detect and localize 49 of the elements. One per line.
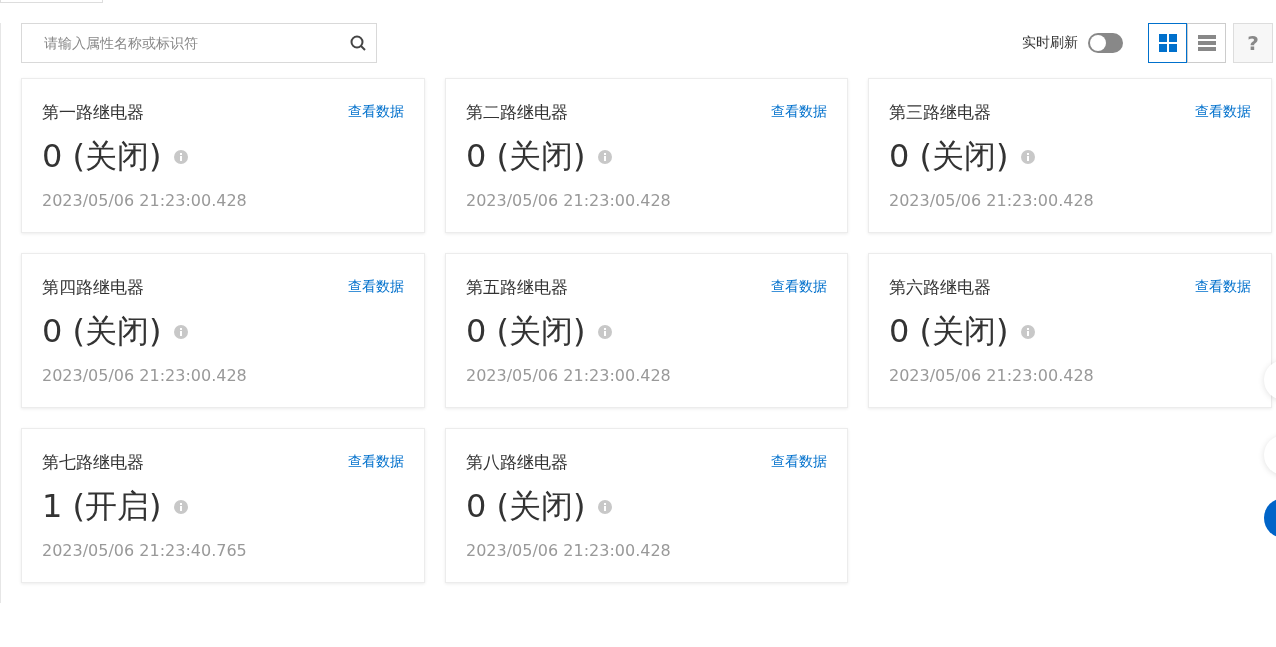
- card-title: 第三路继电器: [889, 100, 991, 124]
- card-title: 第七路继电器: [42, 450, 144, 474]
- view-data-link[interactable]: 查看数据: [771, 453, 827, 471]
- status-value: 0 (关闭): [889, 136, 1009, 177]
- search-icon: [350, 35, 366, 51]
- info-icon: [1020, 150, 1035, 164]
- help-button[interactable]: ?: [1233, 23, 1273, 63]
- timestamp: 2023/05/06 21:23:00.428: [42, 191, 248, 210]
- view-data-link[interactable]: 查看数据: [1195, 278, 1251, 296]
- status-value: 0 (关闭): [466, 136, 586, 177]
- info-icon: [173, 500, 188, 514]
- timestamp: 2023/05/06 21:23:00.428: [889, 366, 1095, 385]
- info-icon: [597, 325, 612, 339]
- info-icon: [173, 325, 188, 339]
- timestamp: 2023/05/06 21:23:00.428: [466, 366, 672, 385]
- view-data-link[interactable]: 查看数据: [348, 278, 404, 296]
- info-icon: [597, 500, 612, 514]
- list-icon: [1197, 35, 1216, 51]
- search-field[interactable]: 请输入属性名称或标识符: [21, 23, 377, 63]
- status-value: 0 (关闭): [466, 486, 586, 527]
- timestamp: 2023/05/06 21:23:00.428: [466, 191, 672, 210]
- toggle-switch[interactable]: [1088, 33, 1123, 53]
- status-value: 0 (关闭): [42, 311, 162, 352]
- card-title: 第五路继电器: [466, 275, 568, 299]
- list-view-button[interactable]: [1187, 23, 1226, 63]
- status-value: 0 (关闭): [42, 136, 162, 177]
- view-data-link[interactable]: 查看数据: [771, 278, 827, 296]
- timestamp: 2023/05/06 21:23:00.428: [889, 191, 1095, 210]
- grid-icon: [1158, 34, 1177, 52]
- view-data-link[interactable]: 查看数据: [348, 103, 404, 121]
- view-data-link[interactable]: 查看数据: [771, 103, 827, 121]
- toggle-label: 实时刷新: [1022, 34, 1078, 52]
- info-icon: [173, 150, 188, 164]
- grid-view-button[interactable]: [1148, 23, 1187, 63]
- status-value: 0 (关闭): [889, 311, 1009, 352]
- timestamp: 2023/05/06 21:23:00.428: [42, 366, 248, 385]
- info-icon: [597, 150, 612, 164]
- info-icon: [1020, 325, 1035, 339]
- card-title: 第六路继电器: [889, 275, 991, 299]
- view-data-link[interactable]: 查看数据: [1195, 103, 1251, 121]
- timestamp: 2023/05/06 21:23:40.765: [42, 541, 248, 560]
- status-value: 0 (关闭): [466, 311, 586, 352]
- view-data-link[interactable]: 查看数据: [348, 453, 404, 471]
- card-title: 第二路继电器: [466, 100, 568, 124]
- card-title: 第八路继电器: [466, 450, 568, 474]
- status-value: 1 (开启): [42, 486, 162, 527]
- timestamp: 2023/05/06 21:23:00.428: [466, 541, 672, 560]
- card-title: 第一路继电器: [42, 100, 144, 124]
- card-title: 第四路继电器: [42, 275, 144, 299]
